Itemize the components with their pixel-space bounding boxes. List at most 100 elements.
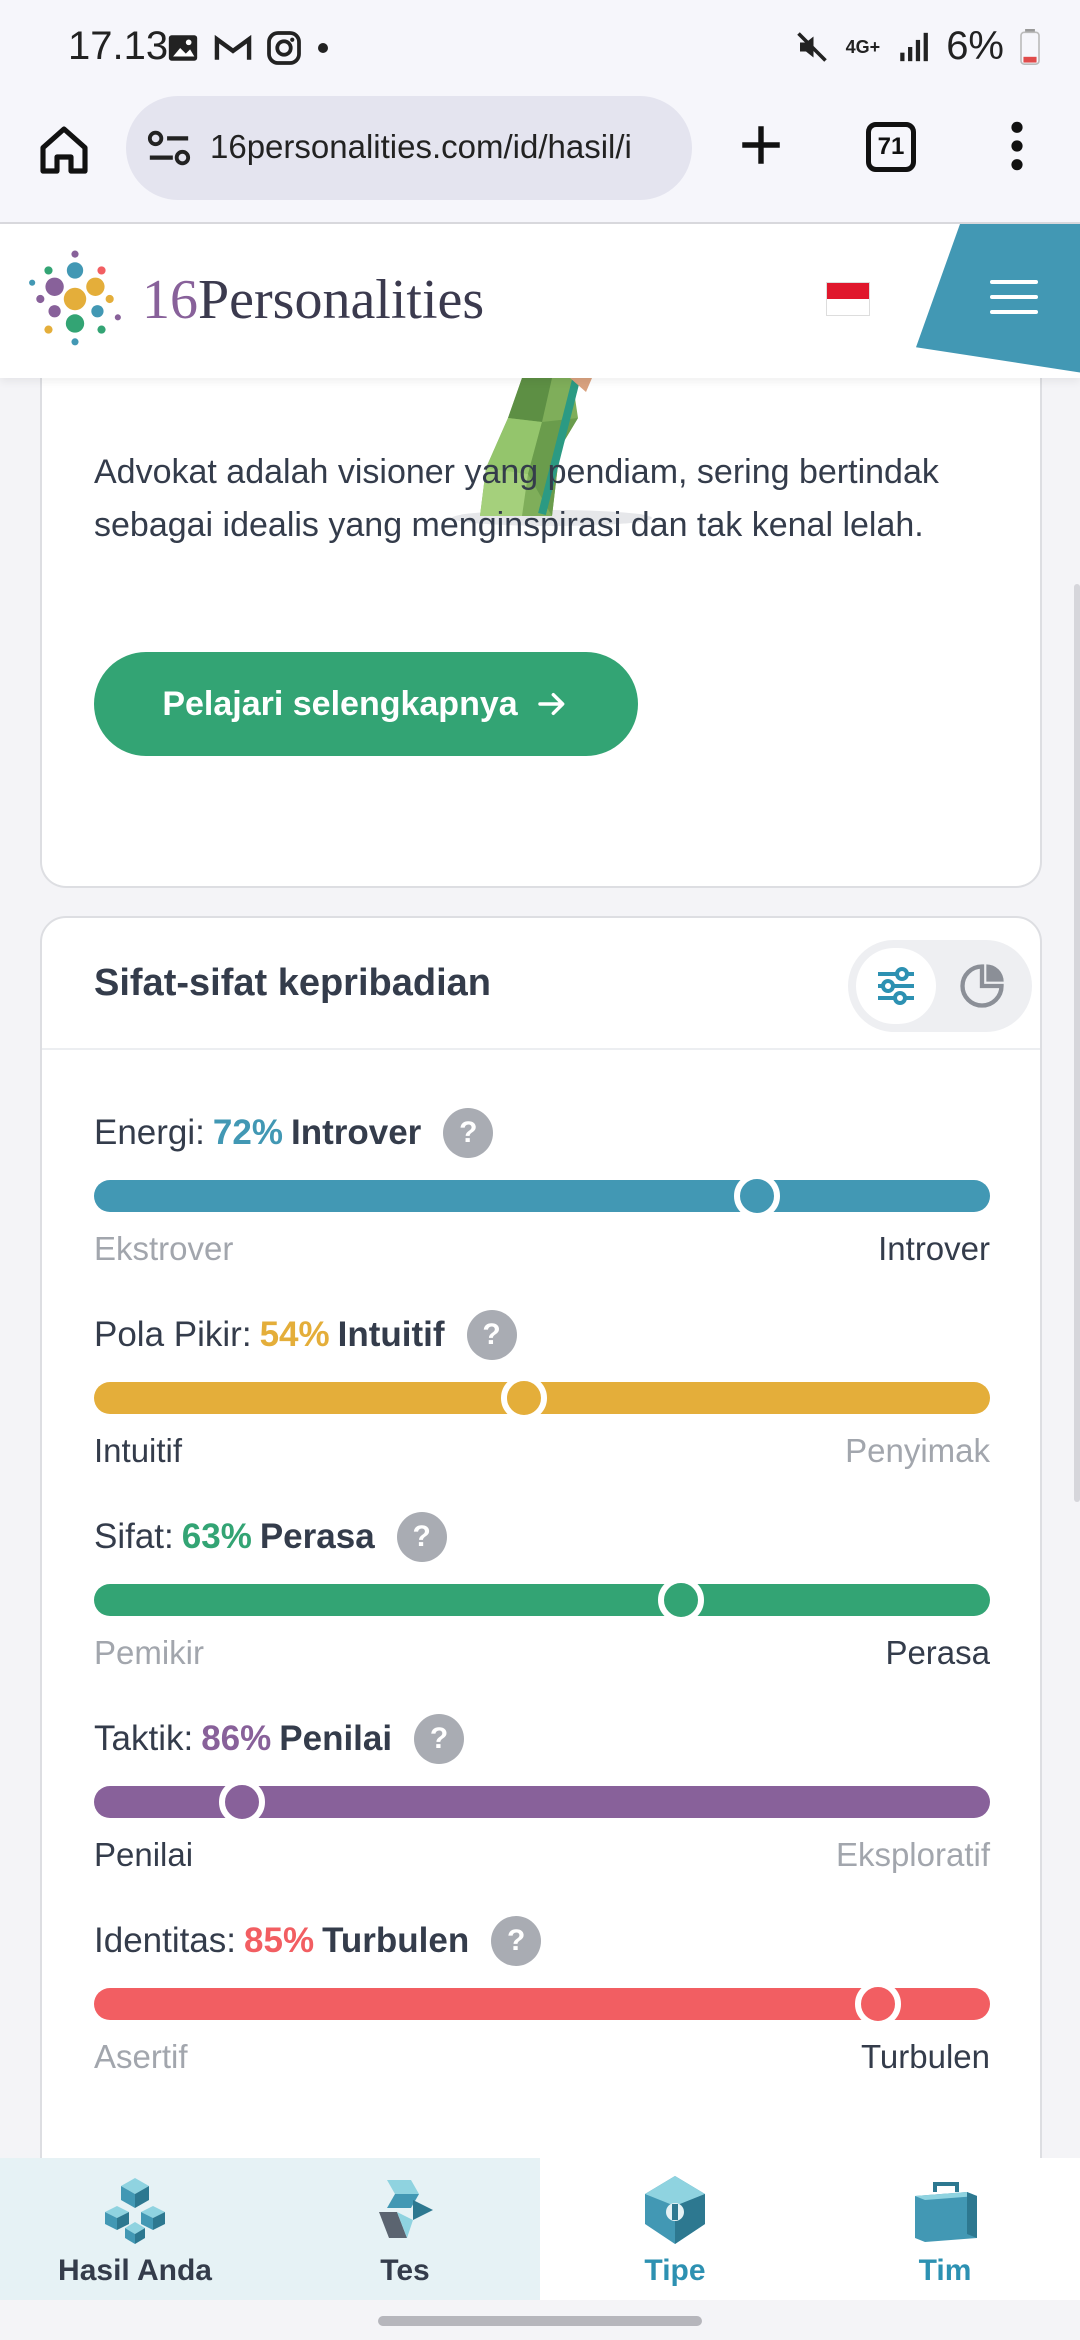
trait-name: Turbulen <box>322 1921 470 1960</box>
trait-row: Sifat: 63% Perasa? Pemikir Perasa <box>94 1512 990 1672</box>
hamburger-menu-icon[interactable] <box>990 280 1038 325</box>
trait-left-pole: Asertif <box>94 2038 188 2075</box>
language-flag-icon[interactable] <box>826 282 870 316</box>
brand-logo-text[interactable]: 16Personalities <box>142 268 484 332</box>
results-cubes-icon <box>105 2178 165 2244</box>
browser-toolbar: 16personalities.com/id/hasil/i 71 <box>0 96 1080 224</box>
help-icon[interactable]: ? <box>396 1512 447 1562</box>
help-icon[interactable]: ? <box>414 1714 465 1764</box>
help-icon[interactable]: ? <box>443 1108 494 1158</box>
test-shapes-icon <box>379 2180 433 2238</box>
trait-name: Perasa <box>259 1517 375 1556</box>
view-toggle <box>848 940 1032 1032</box>
trait-row: Taktik: 86% Penilai? Penilai Eksploratif <box>94 1714 990 1874</box>
trait-row: Pola Pikir: 54% Intuitif? Intuitif Penyimak <box>94 1310 990 1470</box>
trait-slider-knob[interactable] <box>218 1779 265 1825</box>
trait-left-pole: Intuitif <box>94 1432 183 1469</box>
battery-icon <box>1020 28 1040 65</box>
trait-percent: 72% <box>212 1113 283 1152</box>
signal-icon <box>900 32 929 61</box>
trait-category: Sifat: <box>94 1517 174 1556</box>
trait-bar <box>94 1375 990 1421</box>
trait-label: Sifat: 63% Perasa? <box>94 1512 990 1562</box>
trait-poles: Asertif Turbulen <box>94 2038 990 2076</box>
trait-row: Energi: 72% Introver? Ekstrover Introver <box>94 1108 990 1268</box>
arrow-right-icon <box>537 692 565 716</box>
nav-label: Tim <box>918 2254 972 2287</box>
trait-bar <box>94 1577 990 1623</box>
tab-switcher-button[interactable]: 71 <box>866 122 916 172</box>
trait-slider-knob[interactable] <box>734 1173 781 1219</box>
home-gesture-handle[interactable] <box>378 2316 702 2326</box>
address-bar[interactable]: 16personalities.com/id/hasil/i <box>126 96 692 200</box>
mute-icon <box>796 31 827 62</box>
sliders-icon <box>878 967 914 1005</box>
nav-label: Tipe <box>644 2254 706 2287</box>
nav-tim[interactable]: Tim <box>810 2158 1080 2300</box>
gallery-icon <box>168 35 198 61</box>
gmail-icon <box>214 34 252 60</box>
site-settings-icon[interactable] <box>146 126 192 170</box>
learn-more-button[interactable]: Pelajari selengkapnya <box>94 652 638 756</box>
trait-category: Taktik: <box>94 1719 194 1758</box>
trait-right-pole: Turbulen <box>860 2038 990 2075</box>
page-scrollbar[interactable] <box>1074 584 1080 1502</box>
nav-hasil-anda[interactable]: Hasil Anda <box>0 2158 270 2300</box>
logo-icon[interactable] <box>24 248 126 350</box>
trait-poles: Intuitif Penyimak <box>94 1432 990 1470</box>
trait-name: Penilai <box>279 1719 393 1758</box>
bottom-navigation: Hasil Anda Tes Tipe Tim <box>0 2158 1080 2300</box>
trait-poles: Pemikir Perasa <box>94 1634 990 1672</box>
nav-label: Hasil Anda <box>58 2254 212 2287</box>
team-briefcase-icon <box>915 2182 977 2242</box>
trait-percent: 85% <box>244 1921 315 1960</box>
trait-percent: 63% <box>181 1517 252 1556</box>
battery-percent: 6% <box>946 24 1004 68</box>
nav-label: Tes <box>380 2254 430 2287</box>
trait-percent: 54% <box>259 1315 330 1354</box>
trait-right-pole: Eksploratif <box>835 1836 990 1873</box>
trait-poles: Penilai Eksploratif <box>94 1836 990 1874</box>
gesture-bar <box>0 2300 1080 2340</box>
trait-label: Identitas: 85% Turbulen? <box>94 1916 990 1966</box>
network-type: 4G+ <box>845 36 881 57</box>
help-icon[interactable]: ? <box>466 1310 517 1360</box>
trait-poles: Ekstrover Introver <box>94 1230 990 1268</box>
trait-bar <box>94 1173 990 1219</box>
new-tab-icon[interactable] <box>736 120 786 170</box>
instagram-icon <box>267 31 301 65</box>
trait-category: Energi: <box>94 1113 205 1152</box>
trait-bar <box>94 1779 990 1825</box>
status-bar: 17.13 4G+ 6% <box>0 0 1080 96</box>
type-description: Advokat adalah visioner yang pendiam, se… <box>94 453 939 544</box>
trait-label: Pola Pikir: 54% Intuitif? <box>94 1310 990 1360</box>
trait-slider-knob[interactable] <box>657 1577 704 1623</box>
trait-left-pole: Pemikir <box>94 1634 205 1671</box>
type-intro-card: Advokat adalah visioner yang pendiam, se… <box>40 378 1042 888</box>
trait-name: Introver <box>290 1113 422 1152</box>
pie-chart-icon[interactable] <box>956 960 1008 1012</box>
slider-view-button[interactable] <box>856 948 936 1024</box>
brand-name: Personalities <box>198 269 485 331</box>
trait-left-pole: Penilai <box>94 1836 194 1873</box>
trait-right-pole: Perasa <box>885 1634 990 1671</box>
more-options-icon[interactable] <box>1000 118 1034 174</box>
nav-tes[interactable]: Tes <box>270 2158 540 2300</box>
site-header: 16Personalities <box>0 224 1080 378</box>
nav-tipe[interactable]: Tipe <box>540 2158 810 2300</box>
help-icon[interactable]: ? <box>491 1916 542 1966</box>
url-text[interactable]: 16personalities.com/id/hasil/i <box>210 128 680 166</box>
learn-more-label: Pelajari selengkapnya <box>162 684 518 723</box>
trait-category: Identitas: <box>94 1921 237 1960</box>
trait-right-pole: Penyimak <box>845 1432 990 1469</box>
trait-slider-knob[interactable] <box>855 1981 901 2027</box>
personality-traits-card: Sifat-sifat kepribadian Energi: 72% Introv… <box>40 916 1042 2158</box>
trait-name: Intuitif <box>337 1315 445 1354</box>
trait-right-pole: Introver <box>878 1230 990 1267</box>
trait-row: Identitas: 85% Turbulen? Asertif Turbulen <box>94 1916 990 2076</box>
home-icon[interactable] <box>36 122 92 178</box>
trait-slider-knob[interactable] <box>501 1375 548 1421</box>
trait-label: Taktik: 86% Penilai? <box>94 1714 990 1764</box>
trait-bar <box>94 1981 990 2027</box>
notification-dot-icon <box>318 43 328 53</box>
